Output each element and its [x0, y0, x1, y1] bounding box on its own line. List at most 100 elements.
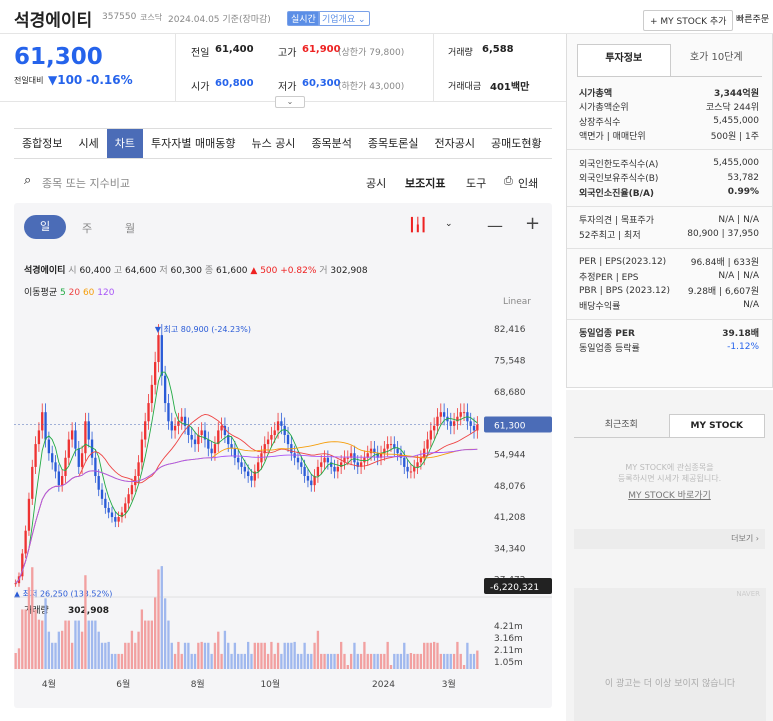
x-tick: 4월	[42, 678, 56, 690]
candle-body	[74, 430, 77, 449]
tab-1[interactable]: 시세	[70, 129, 106, 158]
volume-bar	[84, 575, 87, 669]
tab-0[interactable]: 종합정보	[14, 129, 70, 158]
candle-body	[286, 434, 290, 445]
volume-bar	[432, 641, 436, 669]
candle-body	[190, 434, 193, 440]
invest-panel: 투자정보 호가 10단계 시가총액 3,344억원 시가총액순위 코스닥 244위 상장…	[566, 34, 773, 388]
print-button[interactable]: 인쇄	[518, 175, 538, 191]
print-icon[interactable]: ⎙	[504, 174, 513, 188]
period-week-button[interactable]: 주	[82, 220, 92, 236]
chg-value: ▲ 500	[250, 266, 278, 276]
candle-body	[173, 425, 177, 431]
volume-bar	[217, 631, 220, 669]
y-tick: 54,944	[494, 450, 526, 460]
realtime-badge: 실시간	[287, 11, 320, 26]
candle-body	[406, 466, 409, 472]
invest-row-label: 액면가 | 매매단위	[579, 132, 646, 143]
tab-mystock[interactable]: MY STOCK	[668, 414, 765, 437]
volume-bar	[14, 653, 17, 669]
tab-7[interactable]: 전자공시	[427, 129, 483, 158]
volume-bar	[396, 653, 399, 669]
mystock-link[interactable]: MY STOCK 바로가기	[566, 488, 773, 501]
x-tick: 3월	[442, 678, 456, 690]
chevron-down-icon[interactable]: ⌄	[445, 219, 453, 229]
y-tick: 68,680	[494, 388, 526, 398]
candle-body	[403, 457, 406, 467]
open-price: 60,800	[215, 78, 254, 89]
tab-5[interactable]: 종목분석	[303, 129, 359, 158]
period-month-button[interactable]: 월	[125, 220, 135, 236]
tab-3[interactable]: 투자자별 매매동향	[143, 129, 243, 158]
more-link[interactable]: 더보기 ›	[574, 529, 765, 549]
candle-body	[452, 421, 456, 426]
candle-body	[462, 412, 466, 414]
vol-tick: 4.21m	[494, 622, 523, 632]
volume-bar	[336, 653, 340, 669]
price-chart[interactable]: 82,416 75,548 68,680 61,300 54,944 48,076 41,2…	[14, 305, 552, 705]
h-value: 64,600	[124, 266, 157, 276]
candle-body	[177, 421, 180, 426]
tab-4[interactable]: 뉴스 공시	[243, 129, 303, 158]
notice-button[interactable]: 공시	[366, 175, 386, 191]
amount-value: 401백만	[490, 82, 530, 93]
tools-button[interactable]: 도구	[466, 175, 486, 191]
invest-row: 52주최고 | 최저 80,900 | 37,950	[567, 227, 772, 242]
candle-body	[396, 448, 399, 454]
invest-row-value: 39.18배	[722, 329, 759, 340]
v-value: 302,908	[330, 266, 368, 276]
invest-row: 외국인한도주식수(A) 5,455,000	[567, 156, 772, 171]
candle-body	[426, 439, 429, 449]
volume-bar	[393, 653, 396, 669]
tab-2[interactable]: 차트	[106, 129, 143, 158]
candle-body	[124, 503, 127, 513]
tab-invest-info[interactable]: 투자정보	[577, 44, 671, 76]
x-tick: 6월	[116, 678, 130, 690]
volume-bar	[446, 653, 449, 669]
indicator-button[interactable]: 보조지표	[405, 175, 445, 191]
price-panel: 61,300 전일대비 ▼100 -0.16% 전일 61,400 시가 60,…	[0, 34, 566, 108]
candle-body	[60, 476, 64, 486]
volume-bar	[300, 653, 303, 669]
tab-8[interactable]: 공매도현황	[483, 129, 550, 158]
candle-body	[147, 403, 150, 422]
candle-body	[67, 439, 70, 458]
stock-header: 석경에이티 357550 코스닥 2024.04.05 기준(장마감) 실시간 …	[0, 0, 773, 34]
zoom-in-icon[interactable]: +	[525, 213, 540, 234]
volume-bar	[333, 653, 336, 669]
candle-body	[117, 517, 120, 522]
tab-recent[interactable]: 최근조회	[574, 414, 669, 437]
open-label: 시가	[191, 82, 210, 93]
volume-bar	[47, 631, 51, 669]
volume-bar	[177, 641, 180, 669]
volume-bar	[416, 653, 419, 669]
volume-bar	[44, 598, 47, 669]
search-icon[interactable]: ⌕	[24, 173, 31, 188]
ma120-label: 120	[97, 288, 115, 298]
quick-order-button[interactable]: 빠른주문	[736, 12, 769, 25]
zoom-out-icon[interactable]: —	[487, 216, 503, 235]
candle-body	[51, 453, 54, 463]
expand-toggle[interactable]: ⌄	[275, 96, 305, 108]
company-overview-button[interactable]: 기업개요 ⌄	[318, 11, 370, 26]
volume-bar	[227, 642, 230, 669]
volume-bar	[346, 665, 349, 669]
volume-bar	[323, 653, 326, 669]
volume-bar	[442, 653, 446, 669]
invest-row-value: N/A | N/A	[718, 214, 759, 225]
candle-type-icon[interactable]: ┃╽┃	[408, 218, 428, 233]
market-label: 코스닥	[140, 13, 163, 22]
candle-body	[429, 430, 433, 440]
tab-6[interactable]: 종목토론실	[360, 129, 427, 158]
invest-row-label: 투자의견 | 목표주가	[579, 216, 654, 227]
candle-body	[240, 462, 243, 467]
compare-search-input[interactable]: 종목 또는 지수비교	[42, 175, 130, 191]
candle-body	[409, 471, 413, 473]
candle-body	[243, 466, 247, 472]
add-mystock-button[interactable]: + MY STOCK 추가	[643, 10, 734, 31]
volume-value: 302,908	[68, 606, 109, 616]
ma20-label: 20	[68, 288, 81, 298]
period-day-button[interactable]: 일	[24, 215, 66, 239]
tab-order-book[interactable]: 호가 10단계	[671, 44, 763, 76]
prev-close: 61,400	[215, 44, 254, 55]
